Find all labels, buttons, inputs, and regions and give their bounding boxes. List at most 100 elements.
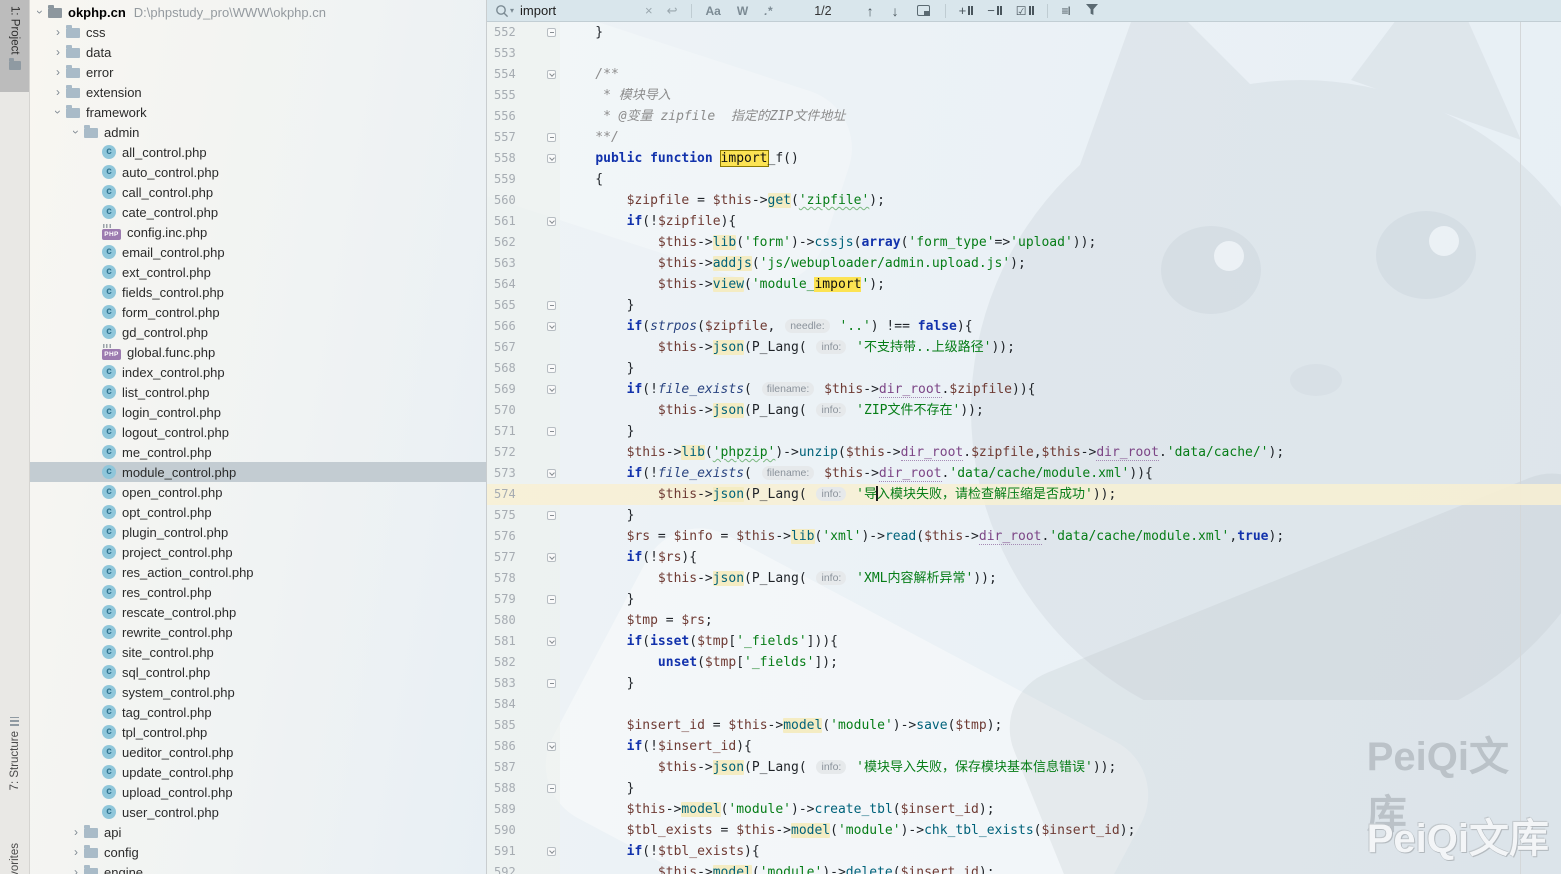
fold-marker[interactable] bbox=[543, 211, 560, 232]
tool-button-project[interactable]: 1: Project bbox=[0, 0, 29, 92]
tree-item-logout-control-php[interactable]: clogout_control.php bbox=[30, 422, 486, 442]
chevron-right-icon[interactable]: › bbox=[68, 842, 84, 862]
tree-item-rewrite-control-php[interactable]: crewrite_control.php bbox=[30, 622, 486, 642]
line-number: 568 bbox=[487, 358, 543, 379]
tree-item-sql-control-php[interactable]: csql_control.php bbox=[30, 662, 486, 682]
fold-marker[interactable] bbox=[543, 64, 560, 85]
chevron-down-icon[interactable]: › bbox=[66, 124, 86, 140]
code-area[interactable]: 552 }553554 /**555 * 模块导入556 * @变量 zipfi… bbox=[487, 22, 1561, 874]
search-input[interactable]: import bbox=[520, 3, 638, 18]
tree-item-ext-control-php[interactable]: cext_control.php bbox=[30, 262, 486, 282]
tree-item-res-action-control-php[interactable]: cres_action_control.php bbox=[30, 562, 486, 582]
fold-marker[interactable] bbox=[543, 295, 560, 316]
tree-item-gd-control-php[interactable]: cgd_control.php bbox=[30, 322, 486, 342]
newline-icon[interactable]: ↩ bbox=[667, 3, 678, 19]
tree-item-tag-control-php[interactable]: ctag_control.php bbox=[30, 702, 486, 722]
php-class-icon: c bbox=[102, 405, 116, 419]
tree-item-form-control-php[interactable]: cform_control.php bbox=[30, 302, 486, 322]
fold-marker[interactable] bbox=[543, 316, 560, 337]
tree-item-email-control-php[interactable]: cemail_control.php bbox=[30, 242, 486, 262]
tree-item-config[interactable]: ›config bbox=[30, 842, 486, 862]
fold-marker[interactable] bbox=[543, 463, 560, 484]
add-occurrence-button[interactable]: + bbox=[959, 3, 974, 18]
remove-occurrence-button[interactable]: − bbox=[987, 3, 1002, 18]
code-line-572: 572 $this->lib('phpzip')->unzip($this->d… bbox=[487, 442, 1561, 463]
tree-item-config-inc-php[interactable]: PHPconfig.inc.php bbox=[30, 222, 486, 242]
tree-item-tpl-control-php[interactable]: ctpl_control.php bbox=[30, 722, 486, 742]
fold-marker[interactable] bbox=[543, 379, 560, 400]
tree-item-api[interactable]: ›api bbox=[30, 822, 486, 842]
fold-marker[interactable] bbox=[543, 505, 560, 526]
tree-item-error[interactable]: ›error bbox=[30, 62, 486, 82]
tree-item-css[interactable]: ›css bbox=[30, 22, 486, 42]
tree-item-update-control-php[interactable]: cupdate_control.php bbox=[30, 762, 486, 782]
tree-item-plugin-control-php[interactable]: cplugin_control.php bbox=[30, 522, 486, 542]
tree-item-auto-control-php[interactable]: cauto_control.php bbox=[30, 162, 486, 182]
fold-marker[interactable] bbox=[543, 841, 560, 862]
fold-marker[interactable] bbox=[543, 589, 560, 610]
tree-item-opt-control-php[interactable]: copt_control.php bbox=[30, 502, 486, 522]
tree-item-login-control-php[interactable]: clogin_control.php bbox=[30, 402, 486, 422]
match-case-toggle[interactable]: Aa bbox=[706, 4, 721, 18]
fold-marker[interactable] bbox=[543, 631, 560, 652]
tool-button-favorites[interactable]: Favorites bbox=[0, 843, 29, 874]
tree-item-project-control-php[interactable]: cproject_control.php bbox=[30, 542, 486, 562]
filter-search-lines-button[interactable]: ≡I bbox=[1062, 4, 1070, 18]
fold-marker[interactable] bbox=[543, 673, 560, 694]
chevron-right-icon[interactable]: › bbox=[50, 82, 66, 102]
search-history-chevron-icon[interactable]: ▾ bbox=[510, 6, 514, 15]
tool-button-project-label: 1: Project bbox=[9, 6, 21, 55]
chevron-right-icon[interactable]: › bbox=[50, 62, 66, 82]
tree-item-list-control-php[interactable]: clist_control.php bbox=[30, 382, 486, 402]
tool-button-structure[interactable]: 7: Structure bbox=[0, 717, 29, 790]
code-text: } bbox=[560, 505, 634, 526]
regex-toggle[interactable]: .* bbox=[764, 4, 772, 18]
tree-item-engine[interactable]: ›engine bbox=[30, 862, 486, 874]
tree-item-call-control-php[interactable]: ccall_control.php bbox=[30, 182, 486, 202]
tree-item-system-control-php[interactable]: csystem_control.php bbox=[30, 682, 486, 702]
search-icon[interactable]: ▾ bbox=[495, 4, 514, 18]
open-in-find-window-button[interactable] bbox=[917, 5, 930, 16]
tree-item-framework[interactable]: ›framework bbox=[30, 102, 486, 122]
chevron-right-icon[interactable]: › bbox=[68, 822, 84, 842]
clear-search-icon[interactable]: × bbox=[645, 3, 653, 18]
chevron-down-icon[interactable]: › bbox=[48, 104, 68, 120]
tree-item-ueditor-control-php[interactable]: cueditor_control.php bbox=[30, 742, 486, 762]
fold-marker[interactable] bbox=[543, 736, 560, 757]
tree-item-upload-control-php[interactable]: cupload_control.php bbox=[30, 782, 486, 802]
chevron-down-icon[interactable]: › bbox=[30, 4, 50, 20]
fold-marker[interactable] bbox=[543, 148, 560, 169]
tree-item-fields-control-php[interactable]: cfields_control.php bbox=[30, 282, 486, 302]
tree-item-data[interactable]: ›data bbox=[30, 42, 486, 62]
fold-marker[interactable] bbox=[543, 778, 560, 799]
tree-item-cate-control-php[interactable]: ccate_control.php bbox=[30, 202, 486, 222]
code-line-556: 556 * @变量 zipfile 指定的ZIP文件地址 bbox=[487, 106, 1561, 127]
tree-item-rescate-control-php[interactable]: crescate_control.php bbox=[30, 602, 486, 622]
tree-item-extension[interactable]: ›extension bbox=[30, 82, 486, 102]
previous-match-button[interactable]: ↑ bbox=[867, 3, 874, 19]
words-toggle[interactable]: W bbox=[737, 4, 748, 18]
tree-item-res-control-php[interactable]: cres_control.php bbox=[30, 582, 486, 602]
chevron-right-icon[interactable]: › bbox=[68, 862, 84, 874]
tree-item-root[interactable]: › okphp.cn D:\phpstudy_pro\WWW\okphp.cn bbox=[30, 2, 486, 22]
next-match-button[interactable]: ↓ bbox=[892, 3, 899, 19]
filter-icon[interactable] bbox=[1086, 3, 1098, 18]
select-all-occurrences-button[interactable]: ☑ bbox=[1016, 4, 1034, 18]
tree-item-module-control-php[interactable]: cmodule_control.php bbox=[30, 462, 486, 482]
line-number: 556 bbox=[487, 106, 543, 127]
chevron-right-icon[interactable]: › bbox=[50, 22, 66, 42]
fold-marker[interactable] bbox=[543, 547, 560, 568]
fold-marker[interactable] bbox=[543, 22, 560, 43]
tree-item-site-control-php[interactable]: csite_control.php bbox=[30, 642, 486, 662]
chevron-right-icon[interactable]: › bbox=[50, 42, 66, 62]
tree-item-index-control-php[interactable]: cindex_control.php bbox=[30, 362, 486, 382]
fold-marker[interactable] bbox=[543, 358, 560, 379]
fold-marker[interactable] bbox=[543, 127, 560, 148]
fold-marker[interactable] bbox=[543, 421, 560, 442]
tree-item-admin[interactable]: ›admin bbox=[30, 122, 486, 142]
tree-item-global-func-php[interactable]: PHPglobal.func.php bbox=[30, 342, 486, 362]
tree-item-all-control-php[interactable]: call_control.php bbox=[30, 142, 486, 162]
tree-item-me-control-php[interactable]: cme_control.php bbox=[30, 442, 486, 462]
tree-item-user-control-php[interactable]: cuser_control.php bbox=[30, 802, 486, 822]
tree-item-open-control-php[interactable]: copen_control.php bbox=[30, 482, 486, 502]
